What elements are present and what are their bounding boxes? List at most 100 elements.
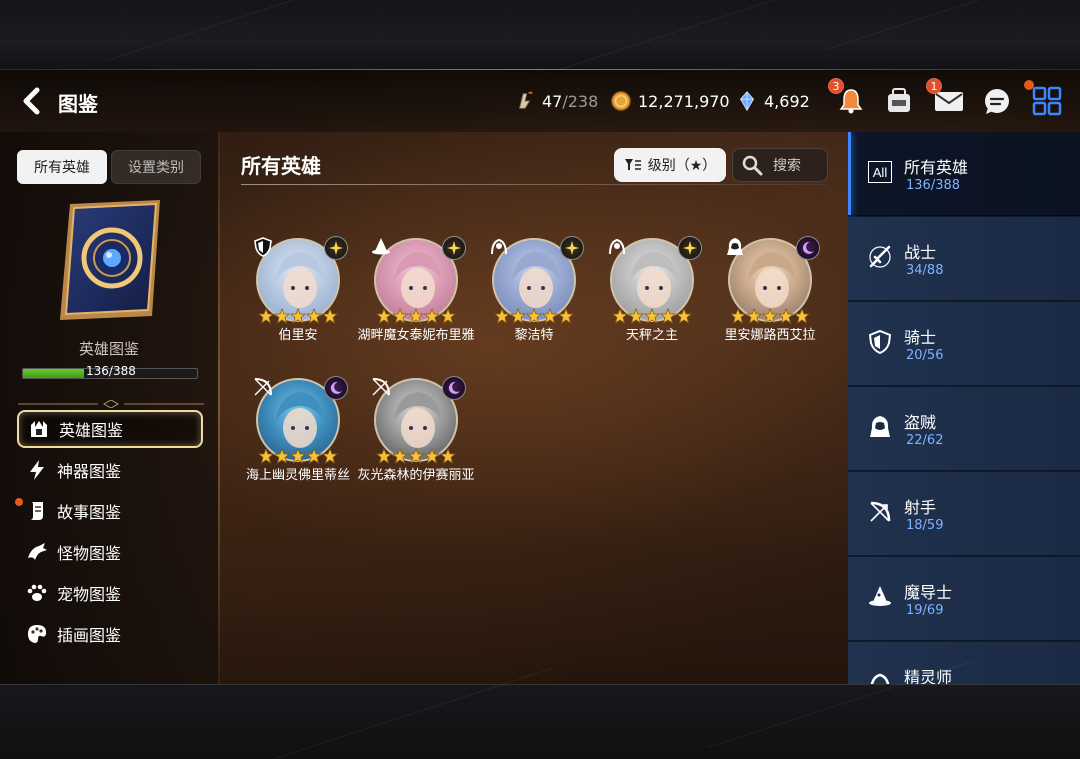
category-thief[interactable]: 盗贼 22/62	[848, 387, 1080, 471]
ranger-class-icon	[252, 376, 274, 398]
wizard-hat-icon	[866, 583, 894, 611]
shield-icon	[866, 328, 894, 356]
dark-element-icon	[324, 376, 348, 400]
spirit-icon	[866, 668, 894, 684]
light-element-icon	[442, 236, 466, 260]
menu-item-illustrations[interactable]: 插画图鉴	[17, 615, 203, 653]
codex-label: 英雄图鉴	[78, 340, 139, 358]
lightning-icon	[25, 458, 49, 482]
sort-filter-button[interactable]: 级别（★）	[614, 148, 726, 182]
category-count: 20/56	[906, 348, 944, 363]
left-tab-group: 所有英雄 设置类别	[17, 150, 201, 184]
category-count: 18/59	[906, 518, 944, 533]
category-count: 34/88	[906, 263, 944, 278]
hood-icon	[866, 413, 894, 441]
thief-class-icon	[724, 236, 746, 258]
mail-button[interactable]: 1	[926, 78, 966, 118]
category-name: 所有英雄	[904, 158, 969, 177]
dark-element-icon	[442, 376, 466, 400]
codex-menu: 英雄图鉴 神器图鉴 故事图鉴 怪物图鉴 宠物图鉴 插画图鉴	[15, 410, 203, 656]
chevron-left-icon	[23, 87, 40, 115]
progress-fill	[23, 369, 84, 378]
left-panel: 所有英雄 设置类别 英雄图鉴 136/388 英雄图鉴 神器图鉴 故事图鉴 怪物…	[0, 132, 218, 684]
crystal-icon	[740, 91, 754, 112]
backpack-icon	[888, 88, 910, 112]
scroll-icon	[25, 499, 49, 523]
chat-button[interactable]	[980, 84, 1014, 118]
menu-dot-badge	[1024, 80, 1034, 90]
section-divider	[241, 184, 827, 185]
stamina-current: 47	[542, 91, 563, 111]
hero-card[interactable]: 灰光森林的伊赛丽亚	[356, 376, 476, 498]
codex-book-icon	[60, 200, 160, 320]
menu-label: 宠物图鉴	[57, 585, 122, 604]
category-name: 盗贼	[904, 413, 937, 432]
letterbox-top	[0, 0, 1080, 70]
paw-icon	[25, 581, 49, 605]
page-title: 图鉴	[58, 92, 98, 116]
category-mage[interactable]: 魔导士 19/69	[848, 557, 1080, 641]
category-name: 魔导士	[904, 583, 953, 602]
main-menu-button[interactable]	[1024, 80, 1064, 118]
hero-icon	[27, 417, 51, 441]
crystal-display[interactable]: 4,692	[736, 90, 810, 112]
category-name: 战士	[904, 243, 937, 262]
all-icon: All	[866, 158, 894, 186]
light-element-icon	[560, 236, 584, 260]
left-divider	[218, 132, 220, 684]
gold-amount: 12,271,970	[638, 91, 730, 111]
menu-item-stories[interactable]: 故事图鉴	[15, 492, 203, 530]
letterbox-bottom	[0, 660, 1080, 759]
palette-icon	[25, 622, 49, 646]
ornament-divider	[18, 400, 204, 408]
mail-badge: 1	[926, 78, 942, 94]
hero-name: 灰光森林的伊赛丽亚	[357, 468, 475, 483]
grid-menu-icon	[1032, 86, 1062, 116]
tab-all-heroes[interactable]: 所有英雄	[17, 150, 107, 184]
hero-name: 里安娜路西艾拉	[724, 328, 816, 343]
soul-weaver-class-icon	[488, 236, 510, 258]
category-count: 136/388	[906, 178, 961, 193]
back-button[interactable]	[16, 86, 46, 116]
stamina-max: /238	[562, 91, 599, 111]
hero-card[interactable]: 里安娜路西艾拉	[710, 236, 830, 358]
category-warrior[interactable]: 战士 34/88	[848, 217, 1080, 301]
category-all[interactable]: All 所有英雄 136/388	[848, 132, 1080, 216]
tab-set-category[interactable]: 设置类别	[111, 150, 201, 184]
notifications-badge: 3	[828, 78, 844, 94]
category-count: 22/62	[906, 433, 944, 448]
game-screen: 图鉴 47/238 12,271,970 4,692 3 1 所有英雄 设置类别…	[0, 70, 1080, 684]
search-icon	[742, 155, 763, 176]
menu-label: 英雄图鉴	[59, 421, 124, 440]
crystal-amount: 4,692	[764, 91, 810, 111]
menu-item-artifacts[interactable]: 神器图鉴	[17, 451, 203, 489]
light-element-icon	[678, 236, 702, 260]
top-bar: 图鉴 47/238 12,271,970 4,692 3 1	[0, 70, 1080, 132]
category-name: 骑士	[904, 328, 937, 347]
stamina-icon	[518, 91, 533, 109]
category-ranger[interactable]: 射手 18/59	[848, 472, 1080, 556]
menu-label: 插画图鉴	[57, 626, 122, 645]
menu-label: 故事图鉴	[57, 503, 122, 522]
search-button[interactable]: 搜索	[732, 148, 828, 182]
category-count: 19/69	[906, 603, 944, 618]
filter-icon	[624, 159, 641, 170]
ranger-class-icon	[370, 376, 392, 398]
menu-item-pets[interactable]: 宠物图鉴	[17, 574, 203, 612]
dark-element-icon	[796, 236, 820, 260]
menu-item-heroes[interactable]: 英雄图鉴	[17, 410, 203, 448]
stamina-display[interactable]: 47/238	[514, 90, 598, 112]
light-element-icon	[324, 236, 348, 260]
new-dot-badge	[15, 498, 23, 506]
inventory-button[interactable]	[882, 84, 916, 118]
notifications-button[interactable]: 3	[828, 78, 868, 118]
category-name: 射手	[904, 498, 937, 517]
mage-class-icon	[370, 236, 392, 258]
menu-item-monsters[interactable]: 怪物图鉴	[17, 533, 203, 571]
collection-progress-text: 136/388	[86, 364, 136, 378]
sort-filter-label: 级别（★）	[647, 158, 717, 174]
menu-label: 怪物图鉴	[57, 544, 122, 563]
category-knight[interactable]: 骑士 20/56	[848, 302, 1080, 386]
section-title: 所有英雄	[241, 154, 321, 178]
gold-display[interactable]: 12,271,970	[610, 90, 730, 112]
